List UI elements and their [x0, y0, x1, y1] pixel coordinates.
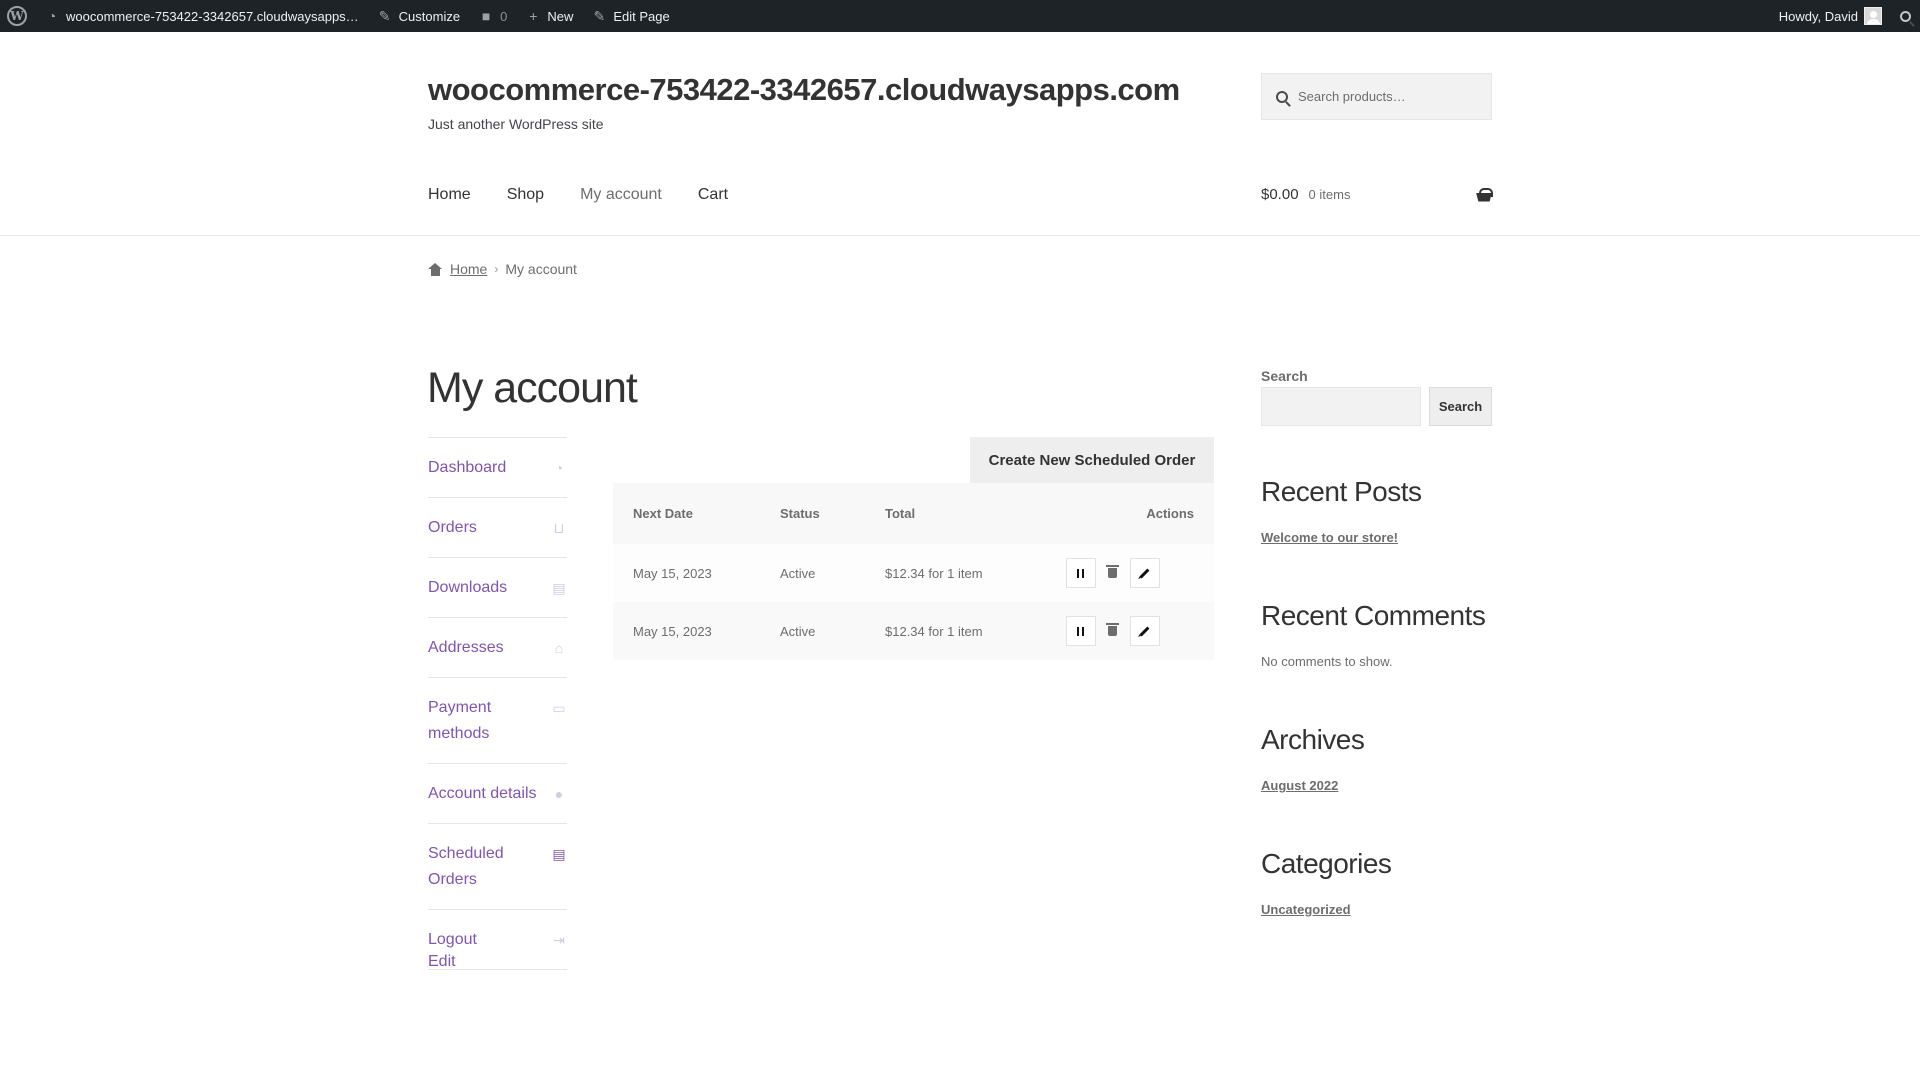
pencil-icon [1139, 568, 1150, 578]
basket-icon [1476, 187, 1493, 202]
home-icon: ⌂ [554, 640, 564, 656]
nav-my-account[interactable]: My account [580, 186, 662, 204]
next-date-cell: May 15, 2023 [613, 602, 760, 660]
search-widget-label: Search [1261, 368, 1308, 384]
column-total: Total [865, 483, 1036, 544]
admin-customize[interactable]: ✎ Customize [368, 0, 469, 32]
brush-icon: ✎ [378, 7, 391, 24]
recent-comments-heading: Recent Comments [1261, 600, 1486, 631]
admin-comments[interactable]: ■ 0 [469, 0, 516, 32]
status-cell: Active [760, 544, 865, 602]
edit-button[interactable] [1129, 558, 1160, 588]
comment-icon: ■ [481, 8, 491, 24]
home-icon [428, 262, 443, 276]
delete-button[interactable] [1098, 558, 1128, 588]
scheduled-orders-table: Next Date Status Total Actions May 15, 2… [613, 483, 1214, 660]
credit-card-icon: ▭ [552, 700, 566, 716]
delete-button[interactable] [1098, 616, 1128, 646]
table-row: May 15, 2023 Active $12.34 for 1 item [613, 602, 1214, 660]
dashboard-icon: ◔ [47, 8, 57, 24]
pause-button[interactable] [1065, 558, 1096, 588]
archive-link[interactable]: August 2022 [1261, 778, 1338, 793]
document-icon: ▤ [552, 846, 566, 862]
edit-page-link[interactable]: Edit [428, 953, 456, 971]
pause-icon [1077, 568, 1084, 578]
widget-search-button[interactable]: Search [1429, 387, 1492, 426]
plus-icon: + [529, 8, 538, 24]
nav-home[interactable]: Home [428, 186, 471, 204]
account-nav-addresses[interactable]: Addresses ⌂ [428, 617, 567, 677]
next-date-cell: May 15, 2023 [613, 544, 760, 602]
column-next-date: Next Date [613, 483, 760, 544]
trash-icon [1106, 565, 1119, 578]
category-link[interactable]: Uncategorized [1261, 902, 1351, 917]
admin-account-menu[interactable]: Howdy, David [1770, 0, 1891, 32]
table-header-row: Next Date Status Total Actions [613, 483, 1214, 544]
search-icon [1900, 10, 1911, 22]
account-nav-downloads[interactable]: Downloads ▤ [428, 557, 567, 617]
search-icon [1276, 90, 1288, 103]
admin-edit-page[interactable]: ✎ Edit Page [582, 0, 678, 32]
account-nav-orders[interactable]: Orders ⊔ [428, 497, 567, 557]
create-scheduled-order-button[interactable]: Create New Scheduled Order [970, 437, 1214, 483]
pencil-icon: ✎ [593, 7, 606, 24]
user-icon: ● [554, 786, 564, 802]
account-nav-scheduled-orders[interactable]: Scheduled Orders ▤ [428, 823, 567, 909]
header-cart[interactable]: $0.00 0 items [1261, 186, 1493, 203]
wordpress-icon: W [7, 6, 27, 26]
pencil-icon [1139, 626, 1150, 636]
nav-cart[interactable]: Cart [698, 186, 728, 204]
sign-out-icon: ⇥ [553, 932, 565, 948]
trash-icon [1106, 623, 1119, 636]
pause-button[interactable] [1065, 616, 1096, 646]
recent-posts-heading: Recent Posts [1261, 476, 1422, 507]
account-nav-account-details[interactable]: Account details ● [428, 763, 567, 823]
file-icon: ▤ [552, 580, 566, 596]
breadcrumb: Home › My account [428, 261, 577, 277]
total-cell: $12.34 for 1 item [865, 602, 1036, 660]
admin-search[interactable] [1891, 0, 1920, 32]
edit-button[interactable] [1129, 616, 1160, 646]
table-row: May 15, 2023 Active $12.34 for 1 item [613, 544, 1214, 602]
column-actions: Actions [1035, 483, 1214, 544]
primary-nav: Home Shop My account Cart [428, 186, 728, 204]
total-cell: $12.34 for 1 item [865, 544, 1036, 602]
status-cell: Active [760, 602, 865, 660]
account-navigation: Dashboard ◔ Orders ⊔ Downloads ▤ Address… [428, 437, 567, 970]
column-status: Status [760, 483, 865, 544]
basket-icon: ⊔ [553, 520, 565, 536]
admin-new[interactable]: + New [516, 0, 582, 32]
site-tagline: Just another WordPress site [428, 116, 604, 132]
breadcrumb-home[interactable]: Home [450, 261, 487, 277]
widget-search-input[interactable] [1261, 387, 1421, 426]
breadcrumb-current: My account [505, 261, 577, 277]
product-search-input[interactable]: Search products… [1261, 73, 1492, 120]
account-nav-dashboard[interactable]: Dashboard ◔ [428, 437, 567, 497]
admin-bar: W ◔ woocommerce-753422-3342657.cloudways… [0, 0, 1920, 32]
wordpress-logo-menu[interactable]: W [0, 0, 35, 32]
archives-heading: Archives [1261, 724, 1365, 755]
no-comments-text: No comments to show. [1261, 654, 1393, 669]
dashboard-icon: ◔ [554, 460, 564, 476]
nav-shop[interactable]: Shop [507, 186, 544, 204]
site-title[interactable]: woocommerce-753422-3342657.cloudwaysapps… [428, 72, 1180, 108]
recent-post-link[interactable]: Welcome to our store! [1261, 530, 1398, 545]
avatar [1864, 7, 1882, 25]
cart-total: $0.00 [1261, 186, 1299, 203]
admin-site-name[interactable]: ◔ woocommerce-753422-3342657.cloudwaysap… [35, 0, 368, 32]
pause-icon [1077, 626, 1084, 636]
cart-count: 0 items [1308, 187, 1351, 202]
header-divider [0, 235, 1920, 236]
actions-cell [1035, 544, 1214, 602]
actions-cell [1035, 602, 1214, 660]
categories-heading: Categories [1261, 848, 1392, 879]
breadcrumb-separator-icon: › [494, 262, 499, 276]
account-nav-payment-methods[interactable]: Payment methods ▭ [428, 677, 567, 763]
page-title: My account [427, 364, 638, 412]
